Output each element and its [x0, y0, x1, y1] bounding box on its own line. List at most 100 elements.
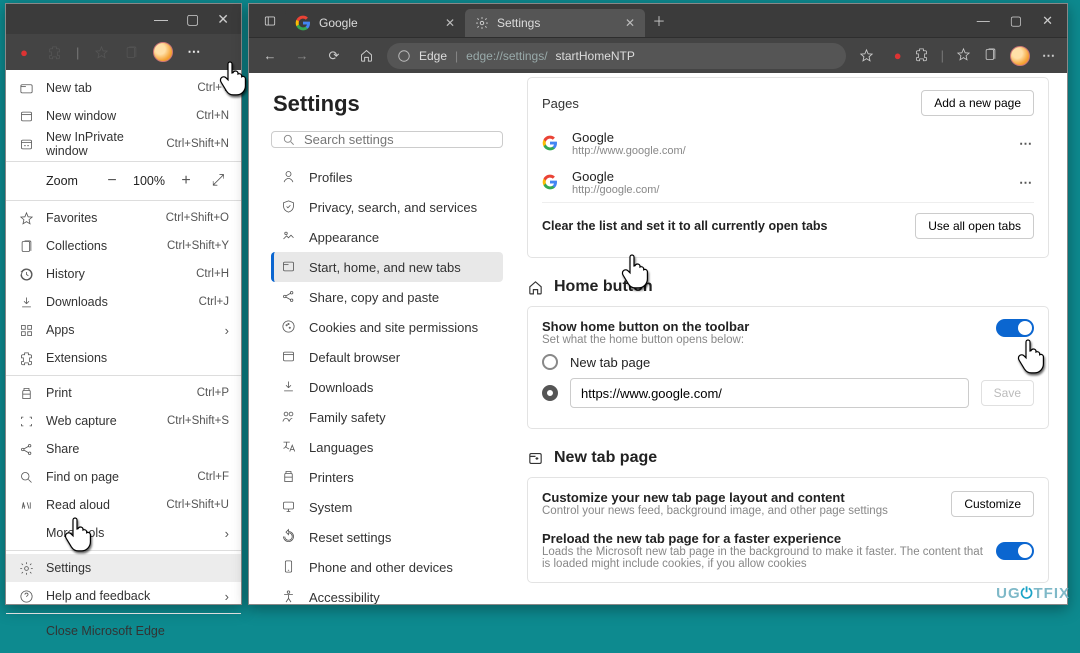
menu-label: Help and feedback	[46, 589, 213, 603]
extension-icon[interactable]	[46, 44, 62, 60]
settings-main[interactable]: Pages Add a new page Googlehttp://www.go…	[509, 73, 1067, 604]
tab-close-icon[interactable]: ✕	[445, 16, 455, 30]
page-more-button[interactable]: ⋯	[1019, 175, 1034, 191]
home-button[interactable]	[355, 45, 377, 67]
menu-web-capture[interactable]: Web capture Ctrl+Shift+S	[6, 407, 241, 435]
sidebar-item-start[interactable]: Start, home, and new tabs	[271, 252, 503, 282]
sidebar-item-appearance[interactable]: Appearance	[271, 222, 503, 252]
sidebar-item-cookies[interactable]: Cookies and site permissions	[271, 312, 503, 342]
apps-icon	[18, 322, 34, 338]
preload-title: Preload the new tab page for a faster ex…	[542, 531, 984, 546]
sidebar-item-privacy[interactable]: Privacy, search, and services	[271, 192, 503, 222]
close-button[interactable]: ✕	[1042, 13, 1053, 29]
save-button: Save	[981, 380, 1034, 406]
ntp-card: Customize your new tab page layout and c…	[527, 477, 1049, 583]
edge-icon	[397, 49, 411, 63]
home-icon	[527, 279, 544, 296]
home-option-newtab[interactable]: New tab page	[542, 354, 1034, 370]
customize-button[interactable]: Customize	[951, 491, 1034, 517]
downloads-icon	[281, 379, 297, 395]
refresh-button[interactable]: ⟳	[323, 45, 345, 67]
close-button[interactable]: ✕	[217, 11, 229, 28]
back-button[interactable]: ←	[259, 45, 281, 67]
forward-button[interactable]: →	[291, 45, 313, 67]
minimize-button[interactable]: —	[977, 13, 990, 28]
collections-icon[interactable]	[123, 44, 139, 60]
menu-close-edge[interactable]: Close Microsoft Edge	[6, 617, 241, 645]
page-row: Googlehttp://google.com/⋯	[542, 163, 1034, 202]
use-open-tabs-button[interactable]: Use all open tabs	[915, 213, 1034, 239]
menu-find[interactable]: Find on page Ctrl+F	[6, 463, 241, 491]
page-title: Google	[572, 130, 686, 145]
tab-actions-button[interactable]	[255, 4, 285, 37]
menu-downloads[interactable]: Downloads Ctrl+J	[6, 288, 241, 316]
maximize-button[interactable]: ▢	[1010, 13, 1022, 29]
collections-icon[interactable]	[983, 47, 998, 65]
main-menu: New tab Ctrl+T New window Ctrl+N New InP…	[6, 70, 241, 653]
sidebar-item-phone[interactable]: Phone and other devices	[271, 552, 503, 582]
favorites-icon[interactable]	[93, 44, 109, 60]
show-home-toggle[interactable]	[996, 319, 1034, 337]
menu-more-tools[interactable]: More tools ›	[6, 519, 241, 547]
menu-help[interactable]: Help and feedback ›	[6, 582, 241, 610]
adblock-icon[interactable]: ●	[894, 48, 902, 63]
sidebar-item-default[interactable]: Default browser	[271, 342, 503, 372]
sidebar-item-system[interactable]: System	[271, 492, 503, 522]
sidebar-item-label: Share, copy and paste	[309, 290, 439, 305]
maximize-button[interactable]: ▢	[186, 11, 199, 28]
page-more-button[interactable]: ⋯	[1019, 136, 1034, 152]
sidebar-item-accessibility[interactable]: Accessibility	[271, 582, 503, 604]
menu-new-tab[interactable]: New tab Ctrl+T	[6, 74, 241, 102]
profile-avatar[interactable]	[1010, 46, 1030, 66]
section-new-tab: New tab page	[527, 449, 1049, 467]
menu-label: Downloads	[46, 295, 187, 309]
home-url-input[interactable]	[570, 378, 969, 408]
favorites-icon[interactable]	[956, 47, 971, 65]
menu-new-window[interactable]: New window Ctrl+N	[6, 102, 241, 130]
search-input[interactable]	[304, 132, 492, 147]
menu-favorites[interactable]: Favorites Ctrl+Shift+O	[6, 204, 241, 232]
menu-apps[interactable]: Apps ›	[6, 316, 241, 344]
tab-settings[interactable]: Settings ✕	[465, 9, 645, 37]
profile-avatar[interactable]	[153, 42, 173, 62]
sidebar-item-reset[interactable]: Reset settings	[271, 522, 503, 552]
menu-print[interactable]: Print Ctrl+P	[6, 379, 241, 407]
tabstrip: Google ✕ Settings ✕ ＋ — ▢ ✕	[249, 4, 1067, 37]
new-tab-button[interactable]: ＋	[645, 4, 673, 37]
menu-read-aloud[interactable]: Read aloud Ctrl+Shift+U	[6, 491, 241, 519]
sidebar-item-profiles[interactable]: Profiles	[271, 162, 503, 192]
menu-history[interactable]: History Ctrl+H	[6, 260, 241, 288]
favorite-star-icon[interactable]	[856, 45, 878, 67]
more-menu-button[interactable]: ⋯	[187, 44, 202, 60]
home-option-url[interactable]: Save	[542, 378, 1034, 408]
page-url: http://www.google.com/	[572, 145, 686, 157]
tab-close-icon[interactable]: ✕	[625, 16, 635, 30]
zoom-in-button[interactable]: +	[175, 170, 197, 192]
search-settings[interactable]	[271, 131, 503, 148]
sidebar-item-label: Languages	[309, 440, 373, 455]
menu-new-inprivate[interactable]: New InPrivate window Ctrl+Shift+N	[6, 130, 241, 158]
add-page-button[interactable]: Add a new page	[921, 90, 1034, 116]
zoom-out-button[interactable]: −	[101, 170, 123, 192]
adblock-icon[interactable]: ●	[16, 44, 32, 60]
shortcut: Ctrl+Shift+O	[166, 212, 229, 224]
shortcut: Ctrl+N	[196, 110, 229, 122]
menu-label: More tools	[46, 526, 213, 540]
fullscreen-button[interactable]: ⤢	[207, 170, 229, 192]
puzzle-icon	[18, 350, 34, 366]
tab-google[interactable]: Google ✕	[285, 9, 465, 37]
menu-extensions[interactable]: Extensions	[6, 344, 241, 372]
sidebar-item-downloads[interactable]: Downloads	[271, 372, 503, 402]
sidebar-item-printers[interactable]: Printers	[271, 462, 503, 492]
menu-share[interactable]: Share	[6, 435, 241, 463]
sidebar-item-family[interactable]: Family safety	[271, 402, 503, 432]
preload-toggle[interactable]	[996, 542, 1034, 560]
minimize-button[interactable]: —	[154, 11, 168, 27]
menu-settings[interactable]: Settings	[6, 554, 241, 582]
menu-collections[interactable]: Collections Ctrl+Shift+Y	[6, 232, 241, 260]
sidebar-item-languages[interactable]: Languages	[271, 432, 503, 462]
extension-icon[interactable]	[914, 47, 929, 65]
sidebar-item-share[interactable]: Share, copy and paste	[271, 282, 503, 312]
address-field[interactable]: Edge | edge://settings/startHomeNTP	[387, 43, 846, 69]
more-menu-button[interactable]: ⋯	[1042, 48, 1057, 64]
